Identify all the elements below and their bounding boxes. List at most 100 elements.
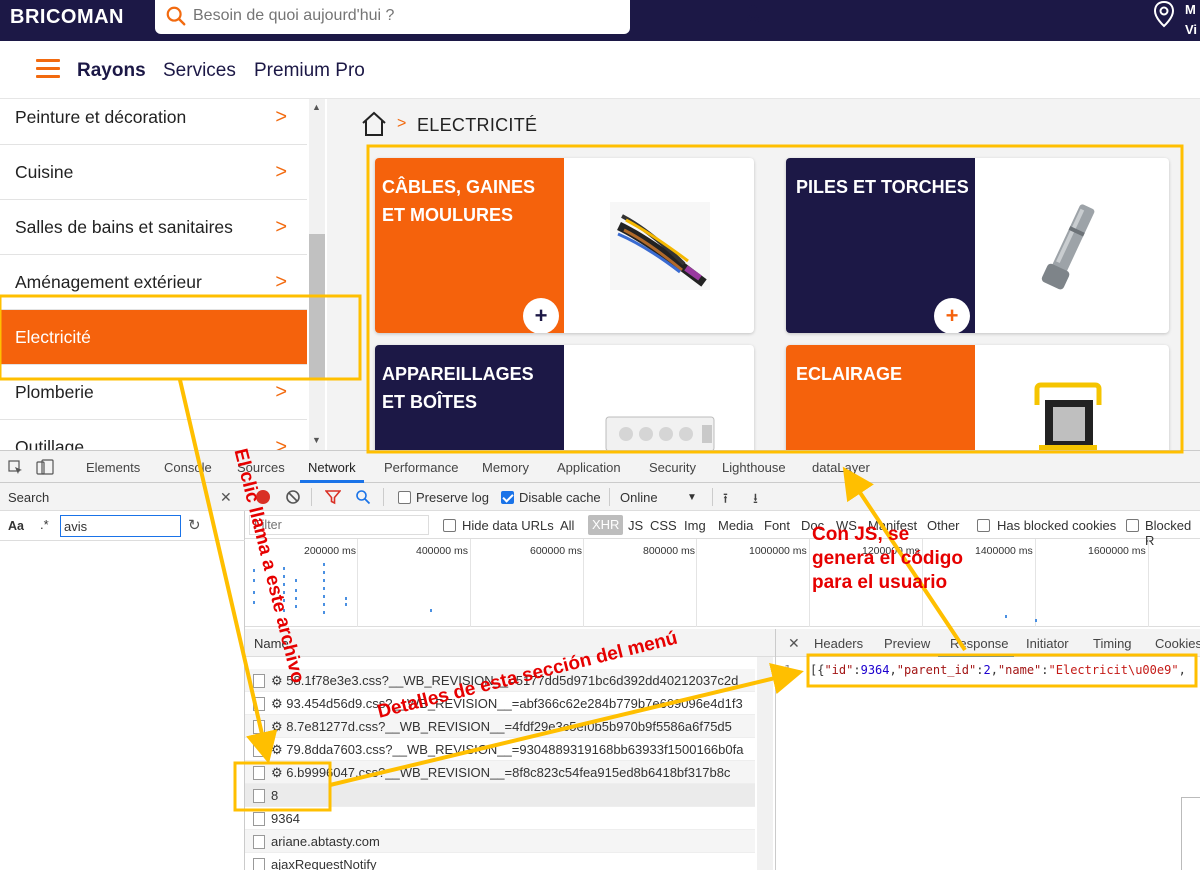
nav-premium-pro[interactable]: Premium Pro: [254, 60, 365, 82]
inspect-element-icon[interactable]: [8, 460, 23, 475]
filter-media[interactable]: Media: [718, 518, 753, 533]
sidebar-item-cuisine[interactable]: Cuisine >: [0, 145, 307, 200]
expand-plus-button[interactable]: +: [523, 298, 559, 333]
store-selector[interactable]: M Vi: [1185, 0, 1197, 40]
chevron-right-icon: >: [275, 381, 287, 403]
search-query-input[interactable]: [60, 515, 181, 537]
regex-toggle[interactable]: .*: [40, 517, 49, 532]
sidebar-item-label: Peinture et décoration: [15, 107, 187, 127]
timeline-request-mark: [253, 569, 255, 572]
tab-datalayer[interactable]: dataLayer: [812, 460, 870, 475]
match-case-toggle[interactable]: Aa: [8, 519, 24, 533]
nav-services[interactable]: Services: [163, 60, 236, 82]
network-overview-timeline[interactable]: 200000 ms 400000 ms 600000 ms 800000 ms …: [245, 539, 1200, 627]
import-har-icon[interactable]: ⭱: [723, 488, 728, 512]
expand-plus-button[interactable]: +: [934, 298, 970, 333]
timeline-request-mark: [323, 595, 325, 598]
table-row[interactable]: ajaxRequestNotify: [245, 853, 755, 870]
tab-lighthouse[interactable]: Lighthouse: [722, 460, 786, 475]
tab-memory[interactable]: Memory: [482, 460, 529, 475]
export-har-icon[interactable]: ⭳: [753, 488, 758, 512]
category-card-cables[interactable]: CÂBLES, GAINES ET MOULURES +: [375, 158, 754, 333]
filter-js[interactable]: JS: [628, 518, 643, 533]
tab-elements[interactable]: Elements: [86, 460, 140, 475]
tab-response[interactable]: Response: [950, 636, 1009, 651]
sidebar-item-salles-de-bains[interactable]: Salles de bains et sanitaires >: [0, 200, 307, 255]
category-card-piles[interactable]: PILES ET TORCHES +: [786, 158, 1169, 333]
scroll-down-arrow-icon[interactable]: ▼: [312, 435, 321, 445]
scroll-up-arrow-icon[interactable]: ▲: [312, 102, 321, 112]
devtools-tabbar: Elements Console Sources Network Perform…: [0, 451, 1200, 483]
table-row[interactable]: 9364: [245, 807, 755, 830]
throttling-select[interactable]: Online: [620, 490, 658, 505]
disable-cache-checkbox[interactable]: [501, 491, 514, 504]
clear-icon[interactable]: [285, 489, 301, 505]
breadcrumb-current: ELECTRICITÉ: [417, 115, 538, 135]
filter-font[interactable]: Font: [764, 518, 790, 533]
tab-console[interactable]: Console: [164, 460, 212, 475]
timeline-gridline: [696, 539, 697, 627]
toolbar-divider: [383, 488, 384, 506]
tab-performance[interactable]: Performance: [384, 460, 458, 475]
timeline-request-mark: [323, 579, 325, 582]
nav-rayons[interactable]: Rayons: [77, 60, 146, 82]
site-logo[interactable]: BRICOMAN: [10, 6, 124, 29]
search-input[interactable]: [193, 7, 573, 25]
has-blocked-cookies-checkbox[interactable]: [977, 519, 990, 532]
close-icon[interactable]: ✕: [220, 489, 232, 506]
timeline-request-mark: [323, 611, 325, 614]
tab-timing[interactable]: Timing: [1093, 636, 1132, 651]
sidebar-item-plomberie[interactable]: Plomberie >: [0, 365, 307, 420]
refresh-icon[interactable]: ↻: [188, 516, 201, 534]
hide-data-urls-checkbox[interactable]: [443, 519, 456, 532]
sidebar-item-label: Cuisine: [15, 162, 74, 182]
table-row-selected[interactable]: 8: [245, 784, 755, 807]
timeline-label: 1000000 ms: [749, 545, 807, 557]
filter-css[interactable]: CSS: [650, 518, 677, 533]
search-box[interactable]: [155, 0, 761, 34]
search-options-row: Aa .* ↻: [0, 511, 245, 541]
table-row[interactable]: ⚙ 93.454d56d9.css?__WB_REVISION__=abf366…: [245, 692, 755, 715]
filter-xhr[interactable]: XHR: [588, 515, 624, 535]
filter-all[interactable]: All: [560, 518, 574, 533]
search-icon[interactable]: [355, 489, 371, 505]
chevron-down-icon[interactable]: ▼: [687, 492, 697, 503]
home-icon[interactable]: [361, 111, 387, 137]
tab-initiator[interactable]: Initiator: [1026, 636, 1069, 651]
response-body[interactable]: [{"id":9364,"parent_id":2,"name":"Electr…: [810, 663, 1186, 677]
microphone-icon[interactable]: [743, 3, 763, 29]
timeline-gridline: [809, 539, 810, 627]
preserve-log-checkbox[interactable]: [398, 491, 411, 504]
close-icon[interactable]: ✕: [788, 635, 800, 652]
tab-application[interactable]: Application: [557, 460, 621, 475]
blocked-requests-checkbox[interactable]: [1126, 519, 1139, 532]
table-row[interactable]: ⚙ 79.8dda7603.css?__WB_REVISION__=930488…: [245, 738, 755, 761]
device-toolbar-icon[interactable]: [36, 459, 54, 475]
file-icon: [253, 835, 265, 849]
search-icon[interactable]: [165, 5, 187, 27]
timeline-request-mark: [295, 579, 297, 582]
request-list-scrollbar[interactable]: [757, 657, 773, 870]
sidebar-item-amenagement[interactable]: Aménagement extérieur >: [0, 255, 307, 310]
sidebar-scroll-thumb[interactable]: [309, 234, 325, 379]
table-row[interactable]: ⚙ 6.b9996047.css?__WB_REVISION__=8f8c823…: [245, 761, 755, 784]
breadcrumb-separator: >: [397, 115, 407, 132]
location-pin-icon[interactable]: [1153, 0, 1175, 28]
tab-preview[interactable]: Preview: [884, 636, 930, 651]
filter-input[interactable]: [249, 515, 429, 535]
table-row[interactable]: ⚙ 8.7e81277d.css?__WB_REVISION__=4fdf29e…: [245, 715, 755, 738]
filter-icon[interactable]: [325, 489, 341, 505]
tab-headers[interactable]: Headers: [814, 636, 863, 651]
filter-img[interactable]: Img: [684, 518, 706, 533]
table-row[interactable]: ariane.abtasty.com: [245, 830, 755, 853]
timeline-request-mark: [253, 579, 255, 582]
hamburger-menu-icon[interactable]: [36, 59, 60, 79]
annotation-js-line: Con JS, se: [812, 524, 910, 545]
sidebar-item-peinture[interactable]: Peinture et décoration >: [0, 99, 307, 145]
tab-cookies[interactable]: Cookies: [1155, 636, 1200, 651]
sidebar-item-electricite[interactable]: Electricité: [0, 310, 307, 365]
tab-security[interactable]: Security: [649, 460, 696, 475]
tab-network[interactable]: Network: [308, 460, 356, 475]
sidebar-item-outillage[interactable]: Outillage >: [0, 420, 307, 450]
main-nav: Rayons Services Premium Pro: [0, 41, 1200, 99]
